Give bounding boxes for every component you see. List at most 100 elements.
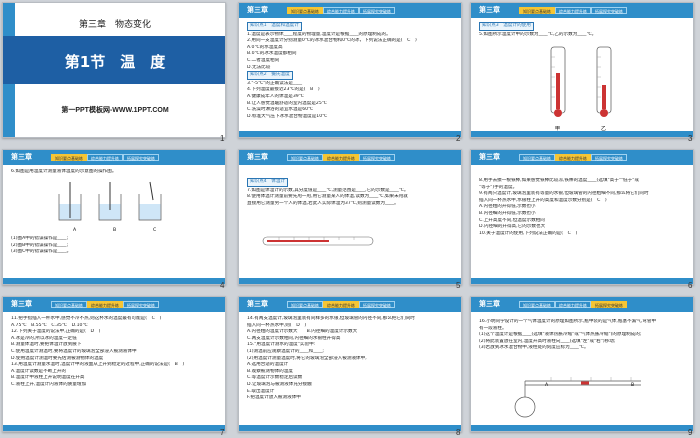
slide-thumbnail-2[interactable]: 第三章 知识要点基础练 综合能力提升练 拓展探究突破练 知识点1 温度和温度计 … — [238, 2, 462, 138]
body-line: C.二者温度相同 — [247, 57, 280, 63]
slide-thumbnail-3[interactable]: 第三章 知识要点基础练 综合能力提升练 拓展探究突破练 知识点3 温度计的使用 … — [470, 2, 694, 138]
knowledge-tag: 知识点2 摄氏温度 — [247, 71, 293, 80]
slide-thumbnail-4[interactable]: 第三章 知识要点基础练 综合能力提升练 拓展探究突破练 6.如图是用温度计测量液… — [2, 149, 226, 285]
tab-basic: 知识要点基础练 — [287, 154, 323, 161]
body-line: D.内径细的升得高,它的示数也大 — [479, 224, 546, 230]
slide-header: 第三章 知识要点基础练 综合能力提升练 拓展探究突破练 — [239, 297, 461, 312]
slide-body: 16.小明同学设计的一个气体温度计的原理如图所示,瓶中装的是气体,瓶塞不漏气,弯… — [479, 319, 685, 352]
chapter-label: 第三章 — [247, 301, 268, 308]
slide-thumbnail-8[interactable]: 第三章 知识要点基础练 综合能力提升练 拓展探究突破练 14.有两支温度计,玻璃… — [238, 296, 462, 432]
body-line: F.把温度计放入被测液体中 — [247, 395, 301, 401]
body-line: 8.用手去摸一根铁棒,如果感觉铁棒比较凉,铁棒的温度____(选填"高于""低于… — [479, 178, 639, 183]
tab-explore: 拓展探究突破练 — [591, 301, 627, 308]
body-line: A.健康成年人的体温是39℃ — [247, 93, 304, 99]
body-line: B.温度计中液柱上升说明温度在升高 — [11, 375, 85, 381]
tab-basic: 知识要点基础练 — [51, 154, 87, 161]
tab-advanced: 综合能力提升练 — [87, 154, 123, 161]
tab-advanced: 综合能力提升练 — [555, 301, 591, 308]
slide-header: 第三章 知识要点基础练 综合能力提升练 拓展探究突破练 — [3, 297, 225, 312]
slide-thumbnail-5[interactable]: 第三章 知识要点基础练 综合能力提升练 拓展探究突破练 知识点4 体温计 7.如… — [238, 149, 462, 285]
body-line: B.让人感觉温暖舒适的室内温度是25℃ — [247, 100, 327, 106]
slide-header: 第三章 知识要点基础练 综合能力提升练 拓展探究突破练 — [3, 150, 225, 165]
tab-explore: 拓展探究突破练 — [359, 301, 395, 308]
knowledge-tag: 知识点3 温度计的使用 — [479, 22, 534, 31]
body-line: "等于")手的温度。 — [479, 184, 518, 190]
chapter-label: 第三章 — [479, 154, 500, 161]
slide-number-9: 9 — [688, 428, 693, 437]
body-line: (3)图C中的错误操作是____。 — [11, 249, 72, 255]
body-line: D.标准大气压下冰水混合物温度是10℃ — [247, 113, 328, 119]
slide-body: 11.把手指插入一杯水中,感觉不冷不热,则这杯水的温度最有可能是( C ) A.… — [11, 316, 217, 389]
body-line: 6.如图是用温度计测量液体温度的示意图的操作图。 — [11, 169, 117, 174]
body-line: 10.关于温度计的使用,下列说法正确的是( C ) — [479, 230, 578, 236]
body-line: 4.下列温度最接近23℃的是( B ) — [247, 87, 320, 93]
slide-thumbnail-1[interactable]: 第三章 物态变化 第1节 温 度 第一PPT模板网-WWW.1PPT.COM — [2, 2, 226, 138]
tab-basic: 知识要点基础练 — [519, 301, 555, 308]
slide-footer — [239, 278, 461, 284]
beaker-figure — [58, 181, 162, 221]
tab-advanced: 综合能力提升练 — [555, 154, 591, 161]
tab-explore: 拓展探究突破练 — [123, 301, 159, 308]
body-line: 15."用温度计测水的温度"实验中: — [247, 342, 316, 348]
chapter-label: 第三章 — [11, 301, 32, 308]
body-line: A.温度计读数是不断上升的 — [11, 368, 67, 374]
body-line: 插入同一杯热水中,则( D ) — [247, 322, 307, 328]
clinical-thermometer-figure — [262, 236, 374, 246]
figure-label-c: C — [153, 228, 157, 233]
body-line: D.使用温度计测温时要先估测被测物体的温度 — [11, 355, 104, 361]
figure-label-b: B — [113, 228, 117, 233]
body-line: (2)图B中的错误操作是____; — [11, 242, 69, 248]
slide-footer — [239, 131, 461, 137]
tab-advanced: 综合能力提升练 — [323, 7, 359, 14]
body-line: (2)将此装置放在室内,温度升高时液柱向____(选填"左"或"右")移动; — [479, 338, 616, 344]
body-line: C.上升高度不同,但温度示数相同 — [479, 217, 545, 223]
body-line: 13.用温度计测量水温时,温度计中的液面从上升到稳定的过程中,正确的说法是( B… — [11, 362, 185, 368]
slide-thumbnail-9[interactable]: 第三章 知识要点基础练 综合能力提升练 拓展探究突破练 16.小明同学设计的一个… — [470, 296, 694, 432]
body-line: 直接用它测量另一个人的体温,若此人实际体温为37℃,则测量读数为____。 — [247, 200, 399, 206]
slide-header: 第三章 知识要点基础练 综合能力提升练 拓展探究突破练 — [471, 297, 693, 312]
tab-explore: 拓展探究突破练 — [591, 154, 627, 161]
slide-thumbnail-7[interactable]: 第三章 知识要点基础练 综合能力提升练 拓展探究突破练 11.把手指插入一杯水中… — [2, 296, 226, 432]
body-line: 14.有两支温度计,玻璃泡里装有同样多的水银,但玻璃管的内径不同,那么把它们同时 — [247, 316, 415, 321]
slide-body: 知识点1 温度和温度计 1.温度是表示物体____程度的物理量,温度计是根据__… — [247, 22, 453, 120]
body-line: C.洗澡时淋浴的适宜水温是60℃ — [247, 107, 314, 113]
body-line: 1.温度是表示物体____程度的物理量,温度计是根据____的原理制成的。 — [247, 31, 391, 37]
tab-basic: 知识要点基础练 — [519, 154, 555, 161]
slide-body: 8.用手去摸一根铁棒,如果感觉铁棒比较凉,铁棒的温度____(选填"高于""低于… — [479, 178, 685, 237]
body-line: 7.如图是体温计的示数,其分度值是____℃,测量范围是____,它的示数是__… — [247, 187, 409, 193]
tab-basic: 知识要点基础练 — [51, 301, 87, 308]
tab-explore: 拓展探究突破练 — [123, 154, 159, 161]
section-title: 第1节 温 度 — [64, 53, 166, 71]
body-line: 11.把手指插入一杯水中,感觉不冷不热,则这杯水的温度最有可能是( C ) — [11, 316, 162, 321]
slide-thumbnail-6[interactable]: 第三章 知识要点基础练 综合能力提升练 拓展探究突破练 8.用手去摸一根铁棒,如… — [470, 149, 694, 285]
slide-number-7: 7 — [220, 428, 225, 437]
body-line: B.内径细的升得低,示数也小 — [479, 210, 536, 216]
body-line: (1)这个温度计是根据____(选填"液体热胀冷缩"或"气体热胀冷缩")的原理制… — [479, 332, 642, 338]
body-line: C.等温度计示数稳定后读数 — [247, 375, 303, 381]
site-label: 第一PPT模板网-WWW.1PPT.COM — [61, 107, 169, 114]
body-line: (1)测温前应观察温度计的____和____; — [247, 348, 324, 354]
slide-number-3: 3 — [688, 134, 693, 143]
body-line: B.测量体温时,要把体温计放到腋下 — [11, 342, 82, 348]
slide-header: 第三章 知识要点基础练 综合能力提升练 拓展探究突破练 — [471, 150, 693, 165]
body-line: A.0℃的水温度高 — [247, 44, 283, 50]
figure-label-a: A — [73, 228, 77, 233]
body-line: 8.使用体温计测量前要先甩一甩,用它测量某人的体温,读数为____℃,如果未甩就 — [247, 194, 408, 200]
body-line: A.选用合适的温度计 — [247, 362, 289, 368]
body-line: A.冰是冷的,所以冰的温度一定低 — [11, 335, 77, 341]
slide-footer — [3, 278, 225, 284]
chapter-label: 第三章 — [479, 301, 500, 308]
figure-label-a: A — [545, 383, 549, 388]
slide-body-answers: (1)图A中的错误操作是____; (2)图B中的错误操作是____; (3)图… — [11, 236, 217, 256]
slide-body: 知识点4 体温计 7.如图是体温计的示数,其分度值是____℃,测量范围是___… — [247, 178, 453, 207]
body-line: D.无法比较 — [247, 64, 271, 70]
body-line: 3."-5℃"的正确读法是____ — [247, 80, 303, 86]
slide-footer — [471, 278, 693, 284]
slide-footer — [239, 425, 461, 431]
body-line: A.75℃ B.55℃ C.35℃ D.10℃ — [11, 322, 88, 328]
gas-thermometer-figure — [514, 377, 641, 418]
tab-explore: 拓展探究突破练 — [359, 154, 395, 161]
slide-body: 知识点3 温度计的使用 5.如图所示温度计甲的示数为____℃,乙的示数为___… — [479, 22, 685, 38]
tab-basic: 知识要点基础练 — [287, 301, 323, 308]
body-line: 12.下列关于温度的说法中,正确的是( D ) — [11, 329, 101, 335]
